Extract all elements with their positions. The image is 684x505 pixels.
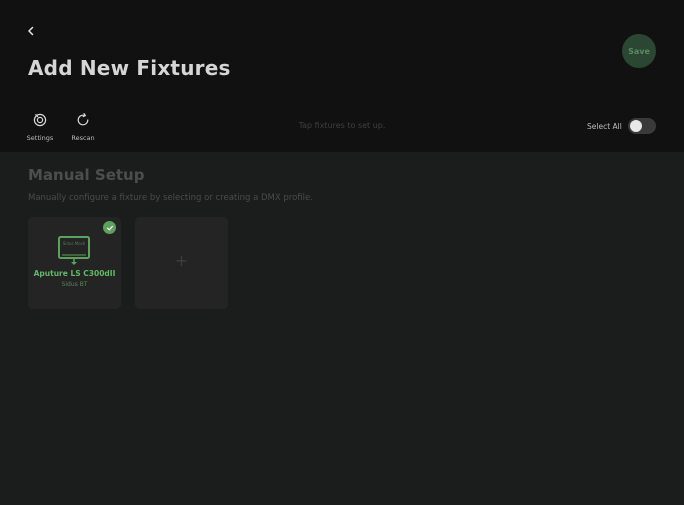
header-bar: Add New Fixtures Save Settings Rescan Ta… (0, 0, 684, 152)
rescan-button[interactable]: Rescan (63, 112, 103, 142)
select-all-label: Select All (587, 122, 622, 131)
chevron-left-icon (28, 26, 34, 36)
save-button[interactable]: Save (622, 34, 656, 68)
light-fixture-icon (58, 236, 90, 265)
back-button[interactable] (22, 22, 40, 40)
toggle-knob (630, 120, 642, 132)
manual-setup-title: Manual Setup (28, 166, 145, 184)
rescan-label: Rescan (71, 134, 95, 142)
settings-dial-icon (33, 113, 47, 127)
settings-label: Settings (26, 134, 54, 142)
select-all-toggle[interactable] (628, 118, 656, 134)
add-fixture-card[interactable]: + (135, 217, 228, 309)
settings-button[interactable]: Settings (20, 112, 60, 142)
fixture-name: Aputure LS C300dII (33, 269, 116, 278)
fixture-screen-text: Sidus Mesh (62, 241, 86, 246)
checkmark-icon (103, 221, 116, 234)
fixture-card[interactable]: Sidus Mesh Aputure LS C300dII Sidus BT (28, 217, 121, 309)
setup-hint: Tap fixtures to set up. (298, 121, 386, 130)
plus-icon: + (174, 251, 189, 270)
refresh-icon (77, 113, 89, 126)
manual-setup-description: Manually configure a fixture by selectin… (28, 193, 313, 203)
page-title: Add New Fixtures (28, 56, 231, 80)
fixture-connection: Sidus BT (61, 281, 88, 288)
